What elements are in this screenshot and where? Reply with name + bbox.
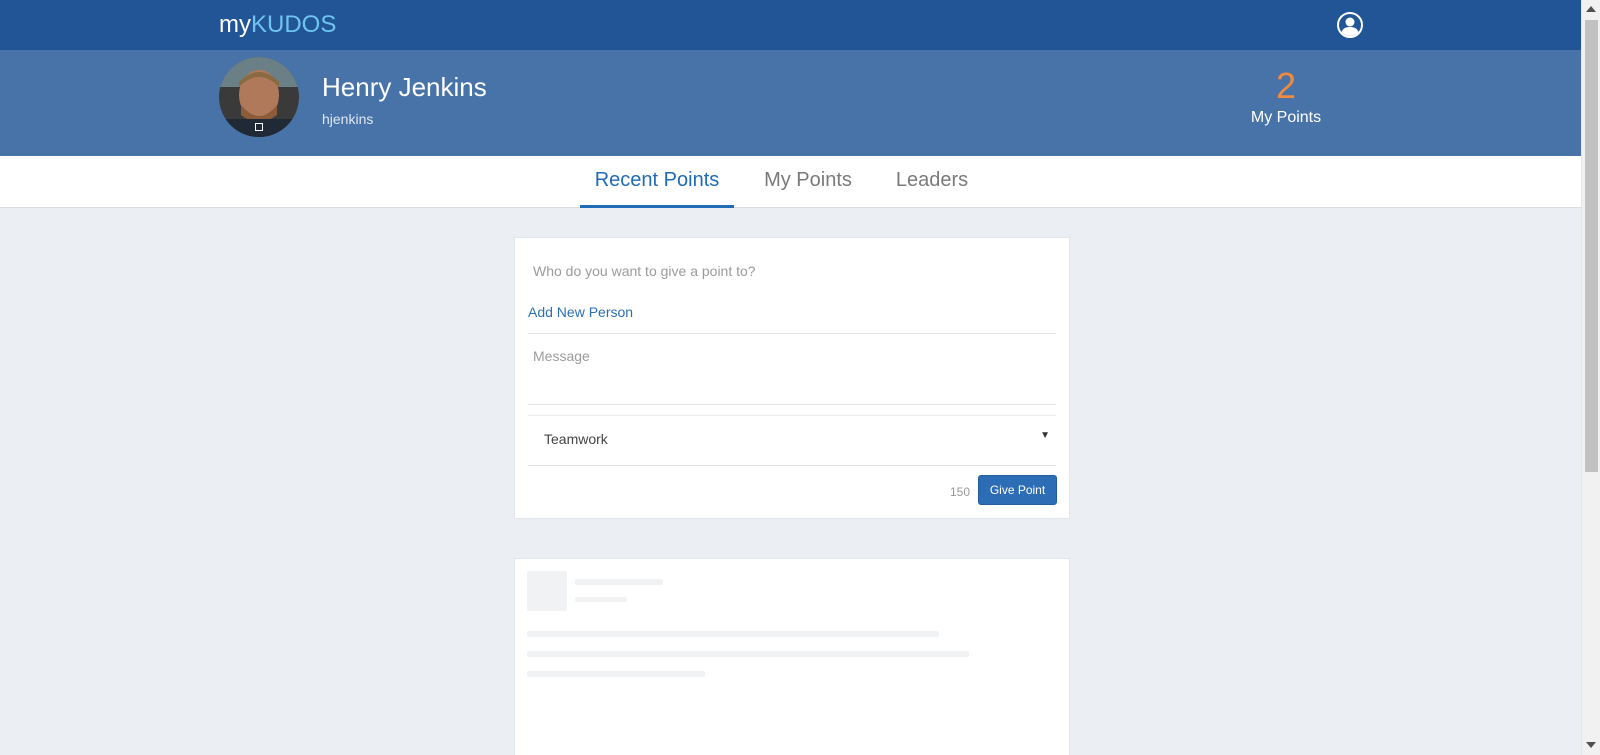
recipient-input[interactable] bbox=[533, 263, 1033, 279]
message-input[interactable] bbox=[533, 348, 1053, 398]
logo-my: my bbox=[219, 11, 251, 38]
tab-my-points[interactable]: My Points bbox=[752, 156, 864, 208]
profile-banner: Henry Jenkins hjenkins 2 My Points bbox=[0, 50, 1581, 156]
divider bbox=[528, 404, 1056, 405]
give-point-button[interactable]: Give Point bbox=[978, 475, 1057, 505]
user-circle-icon[interactable] bbox=[1337, 12, 1363, 38]
app-logo[interactable]: myKUDOS bbox=[219, 11, 336, 39]
vertical-scrollbar[interactable] bbox=[1581, 0, 1600, 755]
skeleton-line bbox=[575, 597, 627, 602]
skeleton-line bbox=[575, 579, 663, 585]
tab-recent-points[interactable]: Recent Points bbox=[580, 156, 734, 208]
points-count: 2 bbox=[1275, 65, 1297, 106]
tab-bar: Recent Points My Points Leaders bbox=[0, 156, 1581, 208]
points-label: My Points bbox=[1250, 109, 1322, 126]
skeleton-avatar bbox=[527, 571, 567, 611]
caret-down-icon: ▼ bbox=[1040, 430, 1050, 441]
category-selected-value: Teamwork bbox=[544, 431, 608, 447]
skeleton-line bbox=[527, 671, 705, 677]
divider bbox=[528, 465, 1056, 466]
top-navbar: myKUDOS bbox=[0, 0, 1581, 50]
profile-username: hjenkins bbox=[322, 111, 374, 127]
scroll-up-icon[interactable] bbox=[1586, 6, 1596, 12]
category-select[interactable]: Teamwork ▼ bbox=[528, 415, 1056, 465]
character-counter: 150 bbox=[949, 485, 970, 499]
avatar bbox=[219, 57, 299, 137]
skeleton-line bbox=[527, 631, 939, 637]
scroll-thumb[interactable] bbox=[1585, 20, 1598, 472]
profile-name: Henry Jenkins bbox=[322, 72, 487, 102]
skeleton-line bbox=[527, 651, 969, 657]
logo-kudos: KUDOS bbox=[251, 11, 337, 38]
add-new-person-link[interactable]: Add New Person bbox=[528, 304, 633, 320]
give-point-card: Add New Person Teamwork ▼ 150 Give Point bbox=[514, 237, 1070, 519]
tab-leaders[interactable]: Leaders bbox=[880, 156, 984, 208]
avatar-badge bbox=[255, 123, 263, 131]
divider bbox=[528, 333, 1056, 334]
scroll-down-icon[interactable] bbox=[1586, 742, 1596, 748]
loading-skeleton-card bbox=[514, 558, 1070, 755]
